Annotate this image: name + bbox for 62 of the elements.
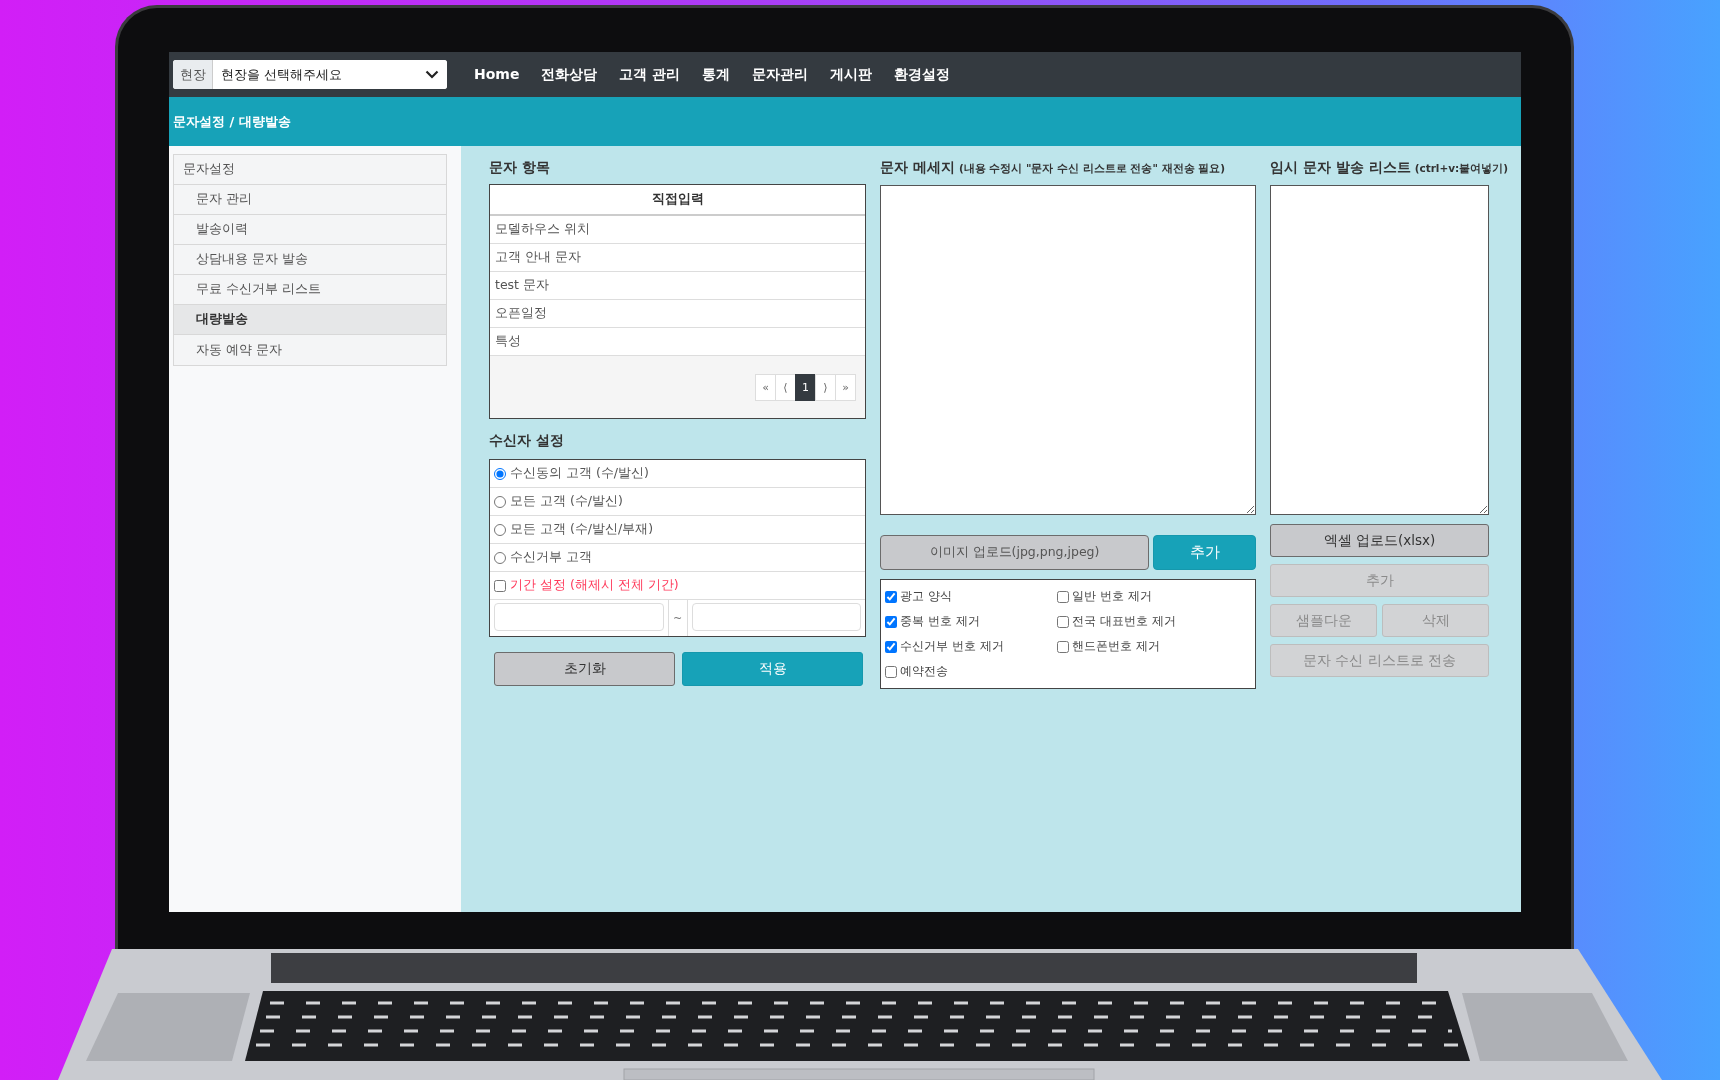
option-label: 모든 고객 (수/발신/부재) — [510, 521, 654, 538]
nav-link[interactable]: 고객 관리 — [619, 65, 681, 84]
breadcrumb: 문자설정 / 대량발송 — [173, 112, 291, 131]
checkbox[interactable] — [1057, 615, 1069, 628]
radio-button[interactable] — [494, 523, 506, 536]
option-label: 수신거부 고객 — [510, 549, 592, 566]
option-label: 모든 고객 (수/발신) — [510, 493, 623, 510]
table-header: 직접입력 — [490, 185, 865, 216]
action-button[interactable]: 엑셀 업로드(xlsx) — [1270, 524, 1489, 557]
checkbox[interactable] — [885, 640, 897, 653]
nav-link[interactable]: 게시판 — [830, 65, 873, 84]
table-row[interactable]: 오픈일정 — [490, 300, 865, 328]
start-date-field[interactable] — [494, 603, 664, 631]
option-label: 일반 번호 제거 — [1072, 588, 1152, 605]
table-row[interactable]: 모델하우스 위치 — [490, 216, 865, 244]
previous-page-button[interactable]: ⟨ — [775, 373, 796, 401]
checkbox[interactable] — [885, 665, 897, 678]
option-label: 광고 양식 — [900, 588, 952, 605]
option-label: 수신동의 고객 (수/발신) — [510, 465, 649, 482]
option-label: 수신거부 번호 제거 — [900, 638, 1004, 655]
checkbox[interactable] — [494, 579, 506, 592]
section-title: 임시 문자 발송 리스트 — [1270, 158, 1411, 177]
radio-button[interactable] — [494, 495, 506, 508]
section-note: (내용 수정시 "문자 수신 리스트로 전송" 재전송 필요) — [958, 161, 1225, 176]
checkbox[interactable] — [1057, 590, 1069, 603]
sidebar-item[interactable]: 문자 관리 — [174, 185, 446, 215]
sidebar-item[interactable]: 대량발송 — [174, 305, 446, 335]
checkbox[interactable] — [885, 615, 897, 628]
page-button[interactable]: 1 — [795, 373, 816, 401]
last-page-button[interactable]: » — [835, 373, 856, 401]
range-separator: ~ — [667, 600, 688, 636]
section-title: 수신자 설정 — [489, 431, 565, 450]
caret-icon — [425, 70, 439, 79]
end-date-field[interactable] — [691, 603, 861, 631]
nav-link[interactable]: 전화상담 — [541, 65, 598, 84]
sidebar-item[interactable]: 발송이력 — [174, 215, 446, 245]
sidebar-title: 문자설정 — [174, 155, 446, 185]
radio-button[interactable] — [494, 551, 506, 564]
nav-link[interactable]: Home — [474, 65, 520, 84]
sidebar-item[interactable]: 상담내용 문자 발송 — [174, 245, 446, 275]
section-title: 문자 메세지 — [880, 158, 955, 177]
site-label: 현장 — [173, 60, 213, 89]
radio-button[interactable] — [494, 467, 506, 480]
nav-link[interactable]: 환경설정 — [894, 65, 951, 84]
option-label: 전국 대표번호 제거 — [1072, 613, 1176, 630]
next-page-button[interactable]: ⟩ — [815, 373, 836, 401]
section-note: (ctrl+v:붙여넣기) — [1414, 161, 1509, 176]
option-label: 중복 번호 제거 — [900, 613, 980, 630]
checkbox[interactable] — [885, 590, 897, 603]
reset-button[interactable]: 초기화 — [494, 652, 675, 686]
table-row[interactable]: test 문자 — [490, 272, 865, 300]
option-label: 예약전송 — [900, 663, 948, 680]
first-page-button[interactable]: « — [755, 373, 776, 401]
option-label: 핸드폰번호 제거 — [1072, 638, 1160, 655]
option-label: 기간 설정 (해제시 전체 기간) — [510, 577, 679, 594]
nav-link[interactable]: 문자관리 — [752, 65, 809, 84]
section-title: 문자 항목 — [489, 158, 551, 177]
image-upload-button[interactable]: 이미지 업로드(jpg,png,jpeg) — [880, 535, 1149, 570]
table-row[interactable]: 고객 안내 문자 — [490, 244, 865, 272]
nav-link[interactable]: 통계 — [702, 65, 731, 84]
checkbox[interactable] — [1057, 640, 1069, 653]
sidebar-item[interactable]: 자동 예약 문자 — [174, 335, 446, 365]
